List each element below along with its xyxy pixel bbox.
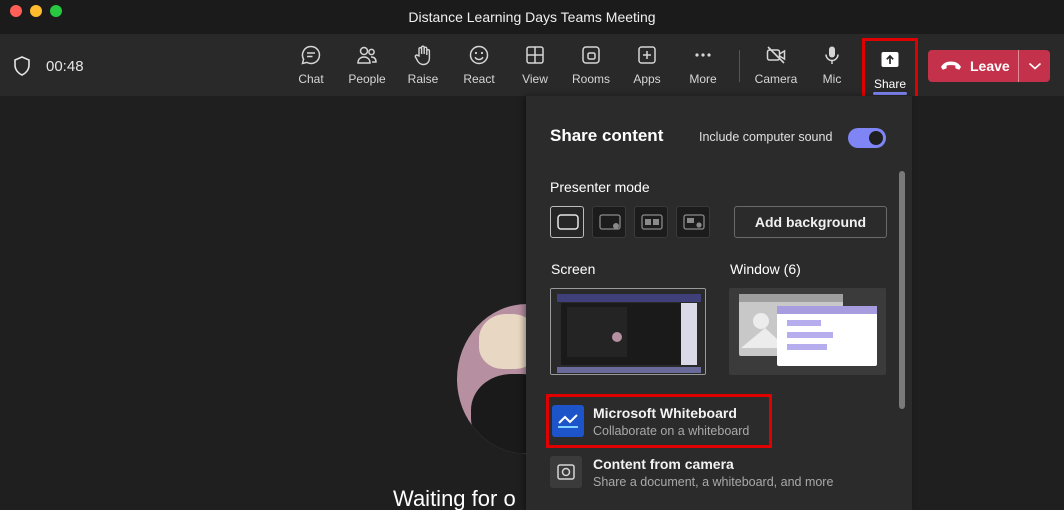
content-from-camera-option[interactable]: Content from camera Share a document, a … [549, 454, 889, 494]
people-icon [357, 46, 377, 64]
camera-off-icon [766, 46, 786, 64]
leave-options-dropdown[interactable] [1019, 50, 1050, 82]
presenter-mode-reporter[interactable] [676, 206, 710, 238]
apps-button[interactable]: Apps [621, 44, 673, 90]
waiting-message: Waiting for o [393, 486, 516, 510]
toggle-knob [869, 131, 883, 145]
rooms-icon [582, 46, 600, 64]
share-active-indicator [873, 92, 907, 95]
share-content-panel: Share content Include computer sound Pre… [526, 96, 912, 510]
window-controls [10, 5, 62, 17]
whiteboard-title: Microsoft Whiteboard [593, 405, 737, 421]
panel-scrollbar[interactable] [899, 171, 905, 409]
window-placeholder-icon [739, 294, 877, 366]
grid-icon [526, 46, 544, 64]
chat-label: Chat [298, 72, 324, 86]
mic-label: Mic [822, 72, 842, 86]
ellipsis-icon [695, 53, 711, 57]
close-window-button[interactable] [10, 5, 22, 17]
camera-content-icon [550, 456, 582, 488]
minimize-window-button[interactable] [30, 5, 42, 17]
view-label: View [522, 72, 548, 86]
presenter-mode-content-only[interactable] [550, 206, 584, 238]
rooms-label: Rooms [571, 72, 610, 86]
side-by-side-icon [641, 214, 663, 230]
presenter-mode-label: Presenter mode [550, 179, 650, 195]
raise-button[interactable]: Raise [397, 44, 449, 90]
microsoft-whiteboard-option[interactable]: Microsoft Whiteboard Collaborate on a wh… [546, 394, 772, 448]
raise-label: Raise [407, 72, 439, 86]
react-label: React [463, 72, 495, 86]
add-background-button[interactable]: Add background [734, 206, 887, 238]
whiteboard-subtitle: Collaborate on a whiteboard [593, 424, 750, 438]
reporter-icon [683, 214, 705, 230]
content-only-icon [557, 214, 579, 230]
standout-icon [599, 214, 621, 230]
shield-icon[interactable] [13, 56, 31, 76]
share-button[interactable]: Share [865, 49, 915, 95]
window-section-label: Window (6) [730, 261, 801, 277]
chat-button[interactable]: Chat [285, 44, 337, 90]
teams-meeting-window: Distance Learning Days Teams Meeting 00:… [0, 0, 1064, 510]
camera-button[interactable]: Camera [750, 44, 802, 90]
share-label: Share [873, 77, 907, 91]
share-panel-title: Share content [550, 126, 664, 145]
window-title: Distance Learning Days Teams Meeting [408, 9, 656, 25]
rooms-button[interactable]: Rooms [565, 44, 617, 90]
screen-section-label: Screen [551, 261, 596, 277]
presenter-mode-standout[interactable] [592, 206, 626, 238]
leave-button-group: Leave [928, 50, 1050, 82]
toolbar-divider [739, 50, 740, 82]
camera-label: Camera [754, 72, 798, 86]
whiteboard-icon [552, 405, 584, 437]
mic-icon [825, 46, 839, 64]
camera-content-subtitle: Share a document, a whiteboard, and more [593, 475, 834, 489]
leave-button[interactable]: Leave [928, 50, 1018, 82]
computer-sound-label: Include computer sound [699, 130, 833, 144]
hand-icon [414, 45, 431, 66]
react-button[interactable]: React [453, 44, 505, 90]
title-bar: Distance Learning Days Teams Meeting [0, 0, 1064, 34]
people-label: People [348, 72, 386, 86]
hang-up-icon [941, 61, 961, 70]
mic-button[interactable]: Mic [806, 44, 858, 90]
more-button[interactable]: More [677, 44, 729, 90]
presenter-mode-side-by-side[interactable] [634, 206, 668, 238]
chevron-down-icon [1028, 62, 1041, 70]
meeting-timer: 00:48 [46, 58, 84, 75]
apps-label: Apps [633, 72, 661, 86]
plus-square-icon [638, 46, 656, 64]
chat-icon [301, 45, 321, 65]
camera-content-title: Content from camera [593, 456, 734, 472]
computer-sound-toggle[interactable] [848, 128, 886, 148]
share-highlight: Share [862, 38, 918, 102]
more-label: More [689, 72, 717, 86]
share-upload-icon [881, 52, 899, 67]
screen-share-thumbnail[interactable] [550, 288, 706, 375]
smiley-icon [469, 45, 489, 65]
screen-preview-image [551, 289, 705, 374]
zoom-window-button[interactable] [50, 5, 62, 17]
view-button[interactable]: View [509, 44, 561, 90]
window-share-thumbnail[interactable] [729, 288, 886, 375]
people-button[interactable]: People [341, 44, 393, 90]
leave-label: Leave [970, 58, 1010, 74]
